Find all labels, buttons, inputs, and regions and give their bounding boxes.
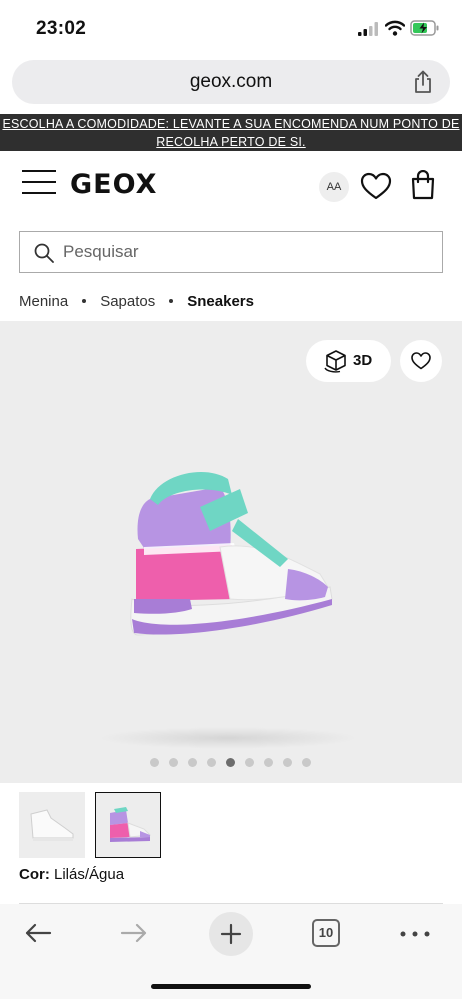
status-bar: 23:02 <box>0 0 462 58</box>
gallery-dot-active[interactable] <box>226 758 235 767</box>
gallery-dot[interactable] <box>169 758 178 767</box>
share-icon[interactable] <box>412 70 434 94</box>
battery-charging-icon <box>410 20 439 36</box>
gallery-dot[interactable] <box>207 758 216 767</box>
view-3d-label: 3D <box>353 352 373 369</box>
gallery-dot[interactable] <box>150 758 159 767</box>
home-indicator[interactable] <box>151 984 311 989</box>
gallery-dot[interactable] <box>283 758 292 767</box>
url-text[interactable]: geox.com <box>12 60 450 104</box>
product-shadow <box>98 727 358 749</box>
gallery-dot[interactable] <box>188 758 197 767</box>
product-gallery[interactable]: 3D <box>0 321 462 783</box>
wishlist-heart-icon[interactable] <box>360 172 392 200</box>
font-size-button[interactable]: AA <box>319 172 349 202</box>
color-swatch-lilac-aqua[interactable] <box>95 792 161 858</box>
gallery-pagination[interactable] <box>150 758 321 768</box>
gallery-dot[interactable] <box>245 758 254 767</box>
thumbnail-lilac-sneaker <box>110 807 152 842</box>
plus-icon <box>220 923 242 945</box>
back-arrow-icon[interactable] <box>24 922 52 944</box>
breadcrumb-separator <box>82 299 87 303</box>
color-label: Cor: <box>19 866 50 883</box>
breadcrumb: Menina Sapatos Sneakers <box>19 290 254 312</box>
product-image-sneaker <box>130 471 333 636</box>
status-time: 23:02 <box>36 18 87 39</box>
new-tab-button[interactable] <box>209 912 253 956</box>
search-input[interactable]: Pesquisar <box>19 231 443 273</box>
gallery-dot[interactable] <box>302 758 311 767</box>
shopping-bag-icon[interactable] <box>410 170 436 200</box>
breadcrumb-item-sneakers: Sneakers <box>187 292 254 310</box>
view-3d-button[interactable]: 3D <box>306 340 391 382</box>
search-icon <box>34 243 54 263</box>
add-to-wishlist-button[interactable] <box>400 340 442 382</box>
hamburger-menu-icon[interactable] <box>22 170 56 196</box>
geox-logo[interactable]: GEOX <box>70 169 157 200</box>
color-swatch-white[interactable] <box>19 792 85 858</box>
color-value: Lilás/Água <box>54 866 125 883</box>
forward-arrow-icon[interactable] <box>120 922 148 944</box>
product-color: Cor: Lilás/Água <box>19 866 124 883</box>
more-options-icon[interactable] <box>400 931 430 937</box>
site-header: GEOX AA <box>0 160 462 212</box>
heart-icon <box>411 352 431 370</box>
cellular-signal-icon <box>358 22 378 36</box>
search-placeholder: Pesquisar <box>63 242 139 261</box>
address-bar[interactable]: geox.com <box>12 60 450 104</box>
breadcrumb-separator <box>169 299 174 303</box>
thumbnail-white-sneaker <box>30 809 74 841</box>
tabs-count-button[interactable]: 10 <box>312 919 340 947</box>
breadcrumb-item-menina[interactable]: Menina <box>19 293 68 310</box>
gallery-dot[interactable] <box>264 758 273 767</box>
cube-3d-icon <box>324 350 346 373</box>
wifi-icon <box>385 20 405 36</box>
promo-banner[interactable]: ESCOLHA A COMODIDADE: LEVANTE A SUA ENCO… <box>0 114 462 151</box>
browser-toolbar: 10 <box>0 904 462 999</box>
breadcrumb-item-sapatos[interactable]: Sapatos <box>100 293 155 310</box>
